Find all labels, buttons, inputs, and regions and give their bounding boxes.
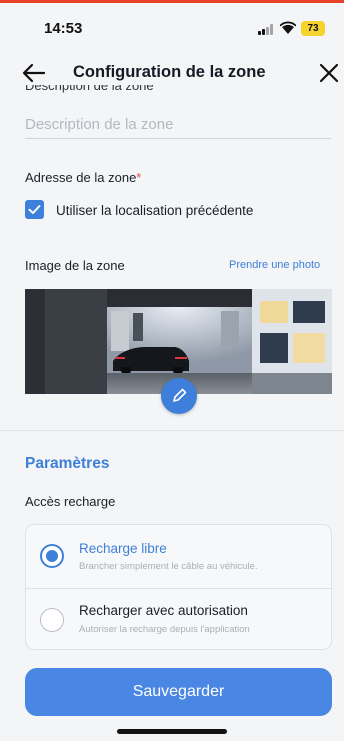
take-photo-link[interactable]: Prendre une photo [229,259,320,271]
page-title: Configuration de la zone [73,63,266,81]
description-input[interactable] [25,111,331,139]
status-time: 14:53 [44,20,83,37]
status-bar: 14:53 73 [0,3,344,53]
section-divider [0,430,344,431]
use-previous-location-label: Utiliser la localisation précédente [56,203,254,218]
edit-image-button[interactable] [161,378,197,414]
option-authorized-charge[interactable]: Recharger avec autorisation Autoriser la… [26,588,331,650]
home-indicator [117,729,227,734]
radio-authorized-charge[interactable] [40,608,64,632]
charge-access-options: Recharge libre Brancher simplement le câ… [25,524,332,650]
check-icon [28,205,41,214]
address-label: Adresse de la zone* [25,170,142,185]
pencil-icon [173,388,187,402]
access-label: Accès recharge [25,494,116,509]
option-description: Autoriser la recharge depuis l'applicati… [79,624,250,635]
close-icon[interactable] [317,61,341,85]
option-description: Brancher simplement le câble au véhicule… [79,561,258,572]
battery-badge: 73 [301,21,325,36]
use-previous-location-checkbox[interactable] [25,200,44,219]
option-title: Recharge libre [79,541,167,556]
save-button[interactable]: Sauvegarder [25,668,332,716]
radio-free-charge[interactable] [40,544,64,568]
required-asterisk: * [136,170,142,185]
description-label-cut: Description de la zone [25,85,154,93]
wifi-icon [280,21,296,34]
image-label: Image de la zone [25,258,125,273]
signal-icon [258,24,274,35]
parameters-title: Paramètres [25,455,110,472]
option-title: Recharger avec autorisation [79,603,248,618]
arrow-left-icon[interactable] [20,61,48,85]
option-free-charge[interactable]: Recharge libre Brancher simplement le câ… [26,525,331,587]
